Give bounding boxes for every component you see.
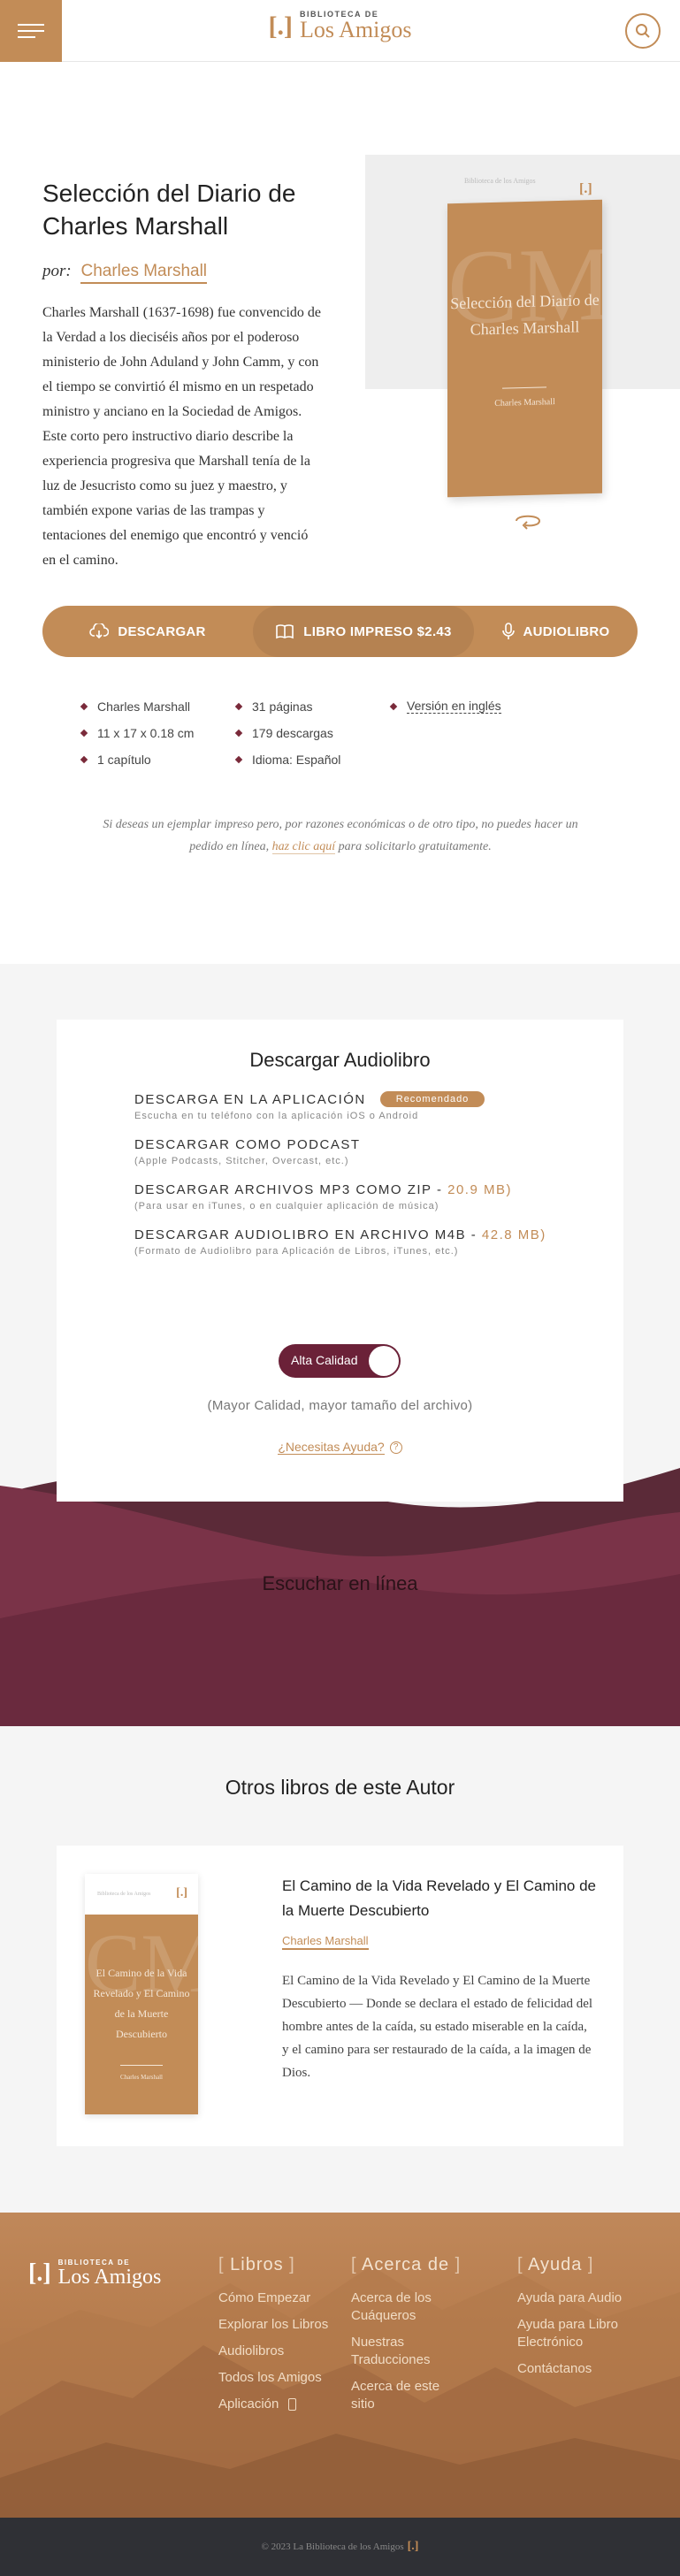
download-option-app[interactable]: DESCARGA EN LA APLICACIÓN Recomendado Esc… [134, 1091, 623, 1121]
footer-link-about-site[interactable]: Acerca de este sitio [351, 2378, 466, 2413]
other-books-section: Otros libros de este Autor Biblioteca de… [0, 1726, 680, 2213]
meta-pages: 31 páginas [234, 699, 407, 714]
cover-divider [502, 386, 546, 389]
other-book-cover[interactable]: Biblioteca de los Amigos [.] CM El Camin… [85, 1874, 198, 2114]
logo-mark-icon: [.] [268, 11, 294, 41]
free-copy-link[interactable]: haz clic aquí [271, 840, 336, 854]
author-prefix: por: [42, 262, 72, 280]
print-book-label: LIBRO IMPRESO $2.43 [303, 623, 452, 639]
quality-toggle-label: Alta Calidad [291, 1353, 358, 1367]
copyright-text: © 2023 La Biblioteca de los Amigos [261, 2542, 404, 2552]
footer-link-contact[interactable]: Contáctanos [517, 2360, 650, 2378]
footer-column-about: [ Acerca de ] Acerca de los Cuáqueros Nu… [351, 2255, 466, 2422]
listen-online-title: Escuchar en línea [262, 1572, 418, 1594]
footer-link-all-friends[interactable]: Todos los Amigos [218, 2369, 333, 2387]
other-book-author[interactable]: Charles Marshall [282, 1934, 369, 1950]
free-copy-notice: Si deseas un ejemplar impreso pero, por … [103, 818, 578, 854]
mini-cover-title: El Camino de la Vida Revelado y El Camin… [93, 1967, 190, 2040]
meta-downloads: 179 descargas [234, 726, 407, 740]
audiobook-button[interactable]: AUDIOLIBRO [474, 606, 638, 657]
footer-link-explore-books[interactable]: Explorar los Libros [218, 2316, 333, 2334]
help-icon: ? [389, 1441, 402, 1455]
cover-header-text: Biblioteca de los Amigos [464, 177, 536, 185]
help-link[interactable]: ¿Necesitas Ayuda? [278, 1440, 385, 1455]
book-title: Selección del Diario de Charles Marshall [42, 180, 296, 240]
meta-chapters: 1 capítulo [80, 753, 252, 767]
meta-size: 11 x 17 x 0.18 cm [80, 726, 252, 740]
cover-title: Selección del Diario de Charles Marshall [450, 290, 600, 339]
site-header: [.] BIBLIOTECA DE Los Amigos [0, 0, 680, 62]
other-book-title[interactable]: El Camino de la Vida Revelado y El Camin… [282, 1874, 600, 1923]
logo-big-text: Los Amigos [300, 17, 412, 42]
footer-link-ebook-help[interactable]: Ayuda para Libro Electrónico [517, 2316, 650, 2351]
meta-author: Charles Marshall [80, 699, 252, 714]
book-info: Selección del Diario de Charles Marshall… [0, 115, 365, 610]
search-icon [636, 24, 650, 38]
footer-link-about-quakers[interactable]: Acerca de los Cuáqueros [351, 2289, 466, 2325]
audiobook-section: Descargar Audiolibro DESCARGA EN LA APLI… [0, 964, 680, 1726]
book-icon [276, 624, 294, 639]
help-line: ¿Necesitas Ayuda?? [57, 1440, 623, 1455]
phone-icon [287, 2398, 296, 2412]
cover-author: Charles Marshall [494, 397, 555, 409]
mini-cover-header: Biblioteca de los Amigos [97, 1892, 151, 1897]
download-option-podcast[interactable]: DESCARGAR COMO PODCAST (Apple Podcasts, … [134, 1137, 623, 1166]
meta-language: Idioma: Español [234, 753, 407, 767]
other-books-title: Otros libros de este Autor [225, 1776, 455, 1799]
english-version-link[interactable]: Versión en inglés [407, 699, 501, 714]
recommended-badge: Recomendado [379, 1091, 485, 1107]
other-book-description: El Camino de la Vida Revelado y El Camin… [282, 1974, 593, 2080]
download-audiobook-card: Descargar Audiolibro DESCARGA EN LA APLI… [57, 1020, 623, 1502]
copyright-bar: © 2023 La Biblioteca de los Amigos [.] [0, 2518, 680, 2576]
download-label: DESCARGAR [118, 623, 206, 639]
download-option-mp3-zip[interactable]: DESCARGAR ARCHIVOS MP3 COMO ZIP - 20.9 M… [134, 1182, 623, 1212]
footer-column-books: [ Libros ] Cómo Empezar Explorar los Lib… [218, 2255, 333, 2422]
book-actions: DESCARGAR LIBRO IMPRESO $2.43 AUDIOLIBRO [42, 606, 638, 657]
hamburger-icon [18, 24, 44, 26]
footer-link-app[interactable]: Aplicación [218, 2396, 333, 2413]
site-footer: [.] BIBLIOTECA DE Los Amigos [ Libros ] … [0, 2213, 680, 2518]
book-author-line: por: Charles Marshall [42, 262, 323, 284]
download-option-m4b[interactable]: DESCARGAR AUDIOLIBRO EN ARCHIVO M4B - 42… [134, 1227, 623, 1257]
footer-link-audio-help[interactable]: Ayuda para Audio [517, 2289, 650, 2307]
other-book-card[interactable]: Biblioteca de los Amigos [.] CM El Camin… [57, 1846, 623, 2146]
cover-mark-icon: [.] [579, 181, 592, 196]
mp3-zip-size: 20.9 MB) [447, 1182, 512, 1197]
cloud-download-icon [89, 623, 110, 639]
m4b-size: 42.8 MB) [481, 1227, 546, 1242]
book-description: Charles Marshall (1637-1698) fue convenc… [42, 305, 322, 568]
footer-link-getting-started[interactable]: Cómo Empezar [218, 2289, 333, 2307]
footer-logo-mark-icon: [.] [28, 2259, 51, 2287]
microphone-icon [501, 623, 515, 639]
footer-column-help: [ Ayuda ] Ayuda para Audio Ayuda para Li… [517, 2255, 650, 2387]
book-meta: Charles Marshall 31 páginas Versión en i… [80, 699, 584, 767]
footer-logo[interactable]: [.] BIBLIOTECA DE Los Amigos [28, 2259, 161, 2288]
author-link[interactable]: Charles Marshall [80, 262, 208, 284]
quality-toggle[interactable]: Alta Calidad [279, 1344, 401, 1378]
quality-note: (Mayor Calidad, mayor tamaño del archivo… [207, 1398, 473, 1413]
mini-cover-divider [120, 2065, 163, 2066]
mini-cover-mark-icon: [.] [176, 1886, 187, 1900]
print-book-button[interactable]: LIBRO IMPRESO $2.43 [253, 606, 474, 657]
download-button[interactable]: DESCARGAR [42, 606, 253, 657]
rotate-cover-icon[interactable] [513, 511, 543, 535]
copyright-mark-icon: [.] [407, 2540, 419, 2553]
book-cover[interactable]: CM Selección del Diario de Charles Marsh… [447, 199, 602, 498]
download-audiobook-title: Descargar Audiolibro [249, 1049, 431, 1071]
menu-button[interactable] [0, 0, 62, 62]
search-button[interactable] [625, 13, 661, 49]
mini-cover-author: Charles Marshall [119, 2074, 163, 2081]
meta-english-version: Versión en inglés [389, 699, 584, 714]
site-logo[interactable]: [.] BIBLIOTECA DE Los Amigos [269, 11, 412, 42]
footer-link-translations[interactable]: Nuestras Traducciones [351, 2334, 466, 2369]
audiobook-label: AUDIOLIBRO [523, 623, 610, 639]
toggle-knob [369, 1346, 399, 1376]
footer-link-audiobooks[interactable]: Audiolibros [218, 2343, 333, 2360]
book-hero: Selección del Diario de Charles Marshall… [0, 62, 680, 610]
